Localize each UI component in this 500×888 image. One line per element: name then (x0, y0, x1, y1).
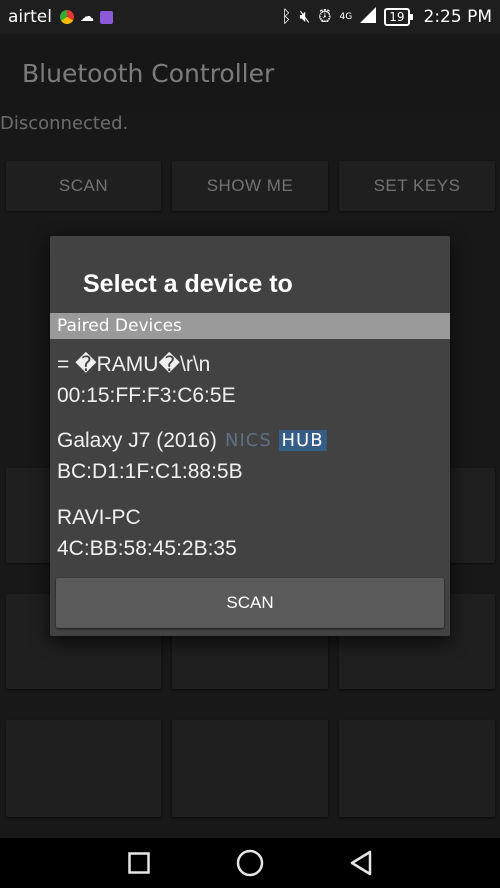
chrome-icon (59, 10, 74, 24)
device-item-2[interactable]: Galaxy J7 (2016) BC:D1:1F:C1:88:5B (57, 425, 243, 487)
back-triangle-icon (350, 850, 372, 876)
device-item-1[interactable]: = �RAMU�\r\n 00:15:FF:F3:C6:5E (57, 349, 236, 411)
mute-icon: 🔇︎ (299, 7, 311, 27)
network-type: 4G (339, 12, 353, 22)
device-address: 00:15:FF:F3:C6:5E (57, 384, 236, 407)
device-name: = �RAMU�\r\n (57, 353, 211, 376)
device-name: Galaxy J7 (2016) (57, 429, 217, 452)
recents-button[interactable] (84, 852, 195, 874)
alarm-icon: ⏰︎ (318, 7, 332, 27)
home-button[interactable] (195, 849, 306, 877)
gallery-icon (99, 10, 113, 24)
bluetooth-icon: ᛒ (281, 7, 292, 27)
clock: 2:25 PM (423, 7, 493, 27)
dialog-title: Select a device to (83, 270, 293, 298)
square-icon (128, 852, 150, 874)
signal-icon (360, 6, 377, 28)
paired-devices-header: Paired Devices (50, 313, 450, 339)
back-button[interactable] (306, 850, 417, 876)
carrier-label: airtel (8, 7, 52, 27)
status-bar: airtel ☁ ᛒ 🔇︎ ⏰︎ 4G 19 2:25 PM (0, 0, 500, 34)
watermark: NICS HUB (225, 430, 327, 451)
cloud-icon: ☁ (79, 9, 94, 25)
battery-icon: 19 (384, 8, 413, 26)
device-name: RAVI-PC (57, 506, 141, 529)
dialog-scan-button[interactable]: SCAN (56, 578, 444, 628)
circle-icon (236, 849, 264, 877)
navigation-bar (0, 838, 500, 888)
device-item-3[interactable]: RAVI-PC 4C:BB:58:45:2B:35 (57, 502, 237, 564)
device-address: 4C:BB:58:45:2B:35 (57, 537, 237, 560)
device-address: BC:D1:1F:C1:88:5B (57, 460, 243, 483)
